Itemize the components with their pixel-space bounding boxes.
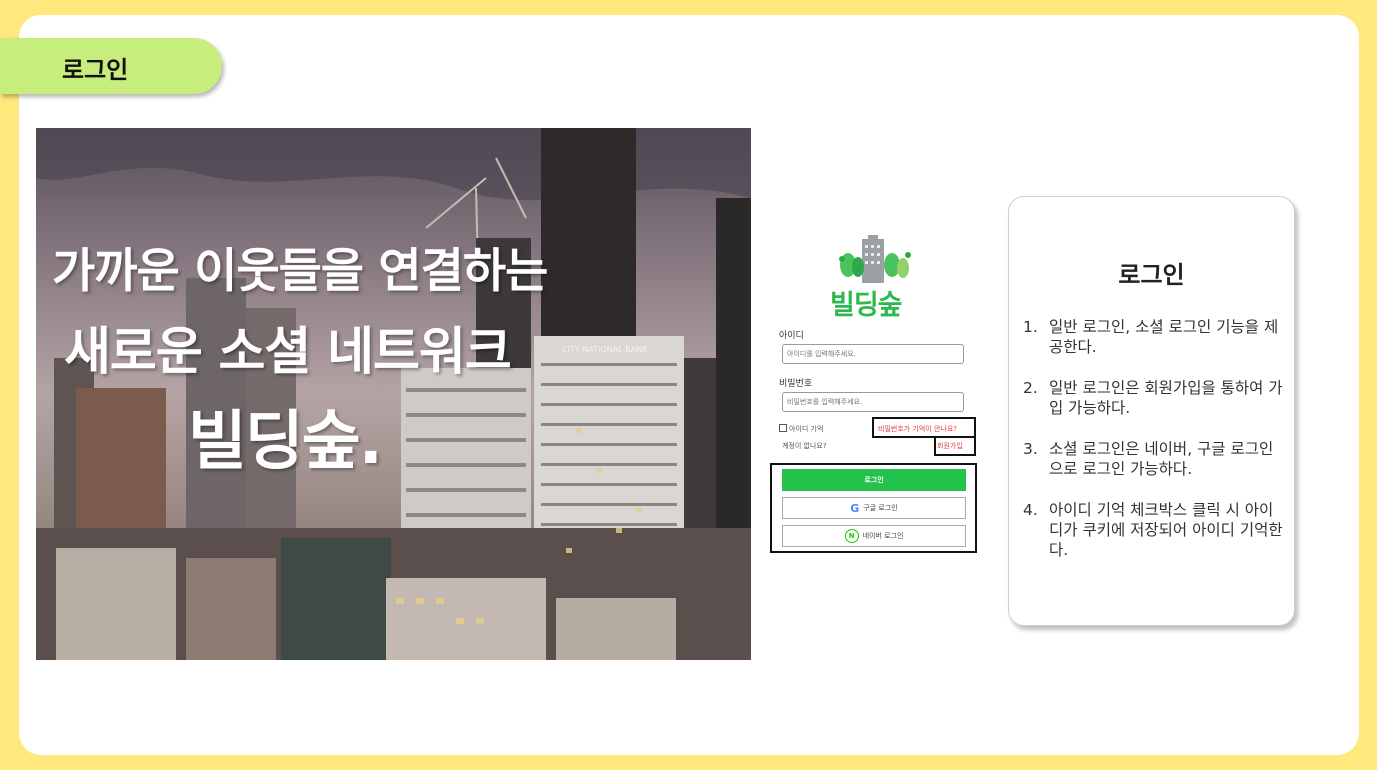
description-item: 1. 일반 로그인, 소셜 로그인 기능을 제공한다. (1023, 318, 1279, 356)
description-item: 3. 소셜 로그인은 네이버, 구글 로그인으로 로그인 가능하다. (1023, 440, 1274, 478)
remember-id-checkbox[interactable] (779, 424, 787, 432)
description-list: 1. 일반 로그인, 소셜 로그인 기능을 제공한다. 2. 일반 로그인은 회원가… (1023, 317, 1285, 581)
login-button[interactable]: 로그인 (782, 469, 966, 491)
section-tag: 로그인 (0, 38, 222, 94)
hero-headline-1: 가까운 이웃들을 연결하는 (52, 244, 548, 299)
description-item: 2. 일반 로그인은 회원가입을 통하여 가입 가능하다. (1023, 379, 1283, 417)
forgot-password-link[interactable]: 비밀번호가 기억이 안나요? (878, 424, 957, 434)
hero-image: CITY NATIONAL BANK 가까운 이웃들을 연결하는 새로운 소셜 … (36, 128, 751, 660)
google-icon: G (850, 501, 860, 515)
naver-login-label: 네이버 로그인 (862, 532, 904, 540)
description-item: 4. 아이디 기억 체크박스 클릭 시 아이디가 쿠키에 저장되어 아이디 기억한… (1023, 501, 1283, 559)
id-input[interactable] (782, 344, 964, 364)
remember-id-label: 아이디 기억 (789, 425, 824, 433)
password-label: 비밀번호 (779, 379, 813, 389)
hero-brand-name: 빌딩숲. (188, 405, 383, 479)
naver-login-button[interactable]: N 네이버 로그인 (782, 525, 966, 547)
google-login-button[interactable]: G 구글 로그인 (782, 497, 966, 519)
signup-link[interactable]: 회원가입 (937, 441, 963, 451)
no-account-text: 계정이 없나요? (782, 442, 827, 450)
login-form: 빌딩숲 아이디 비밀번호 아이디 기억 비밀번호가 기억이 안나요? 계정이 없… (770, 235, 977, 565)
naver-icon: N (844, 529, 859, 543)
hero-headline-2: 새로운 소셜 네트워크 (64, 323, 512, 382)
google-login-label: 구글 로그인 (863, 504, 898, 512)
password-input[interactable] (782, 392, 964, 412)
description-title: 로그인 (1118, 261, 1185, 289)
app-logo-text: 빌딩숲 (830, 290, 903, 321)
id-label: 아이디 (779, 331, 804, 341)
description-card: 로그인 1. 일반 로그인, 소셜 로그인 기능을 제공한다. 2. 일반 로그인은… (1008, 196, 1295, 626)
section-tag-label: 로그인 (62, 56, 129, 84)
building-tree-logo-icon (839, 235, 911, 283)
remember-id[interactable]: 아이디 기억 (779, 424, 823, 434)
